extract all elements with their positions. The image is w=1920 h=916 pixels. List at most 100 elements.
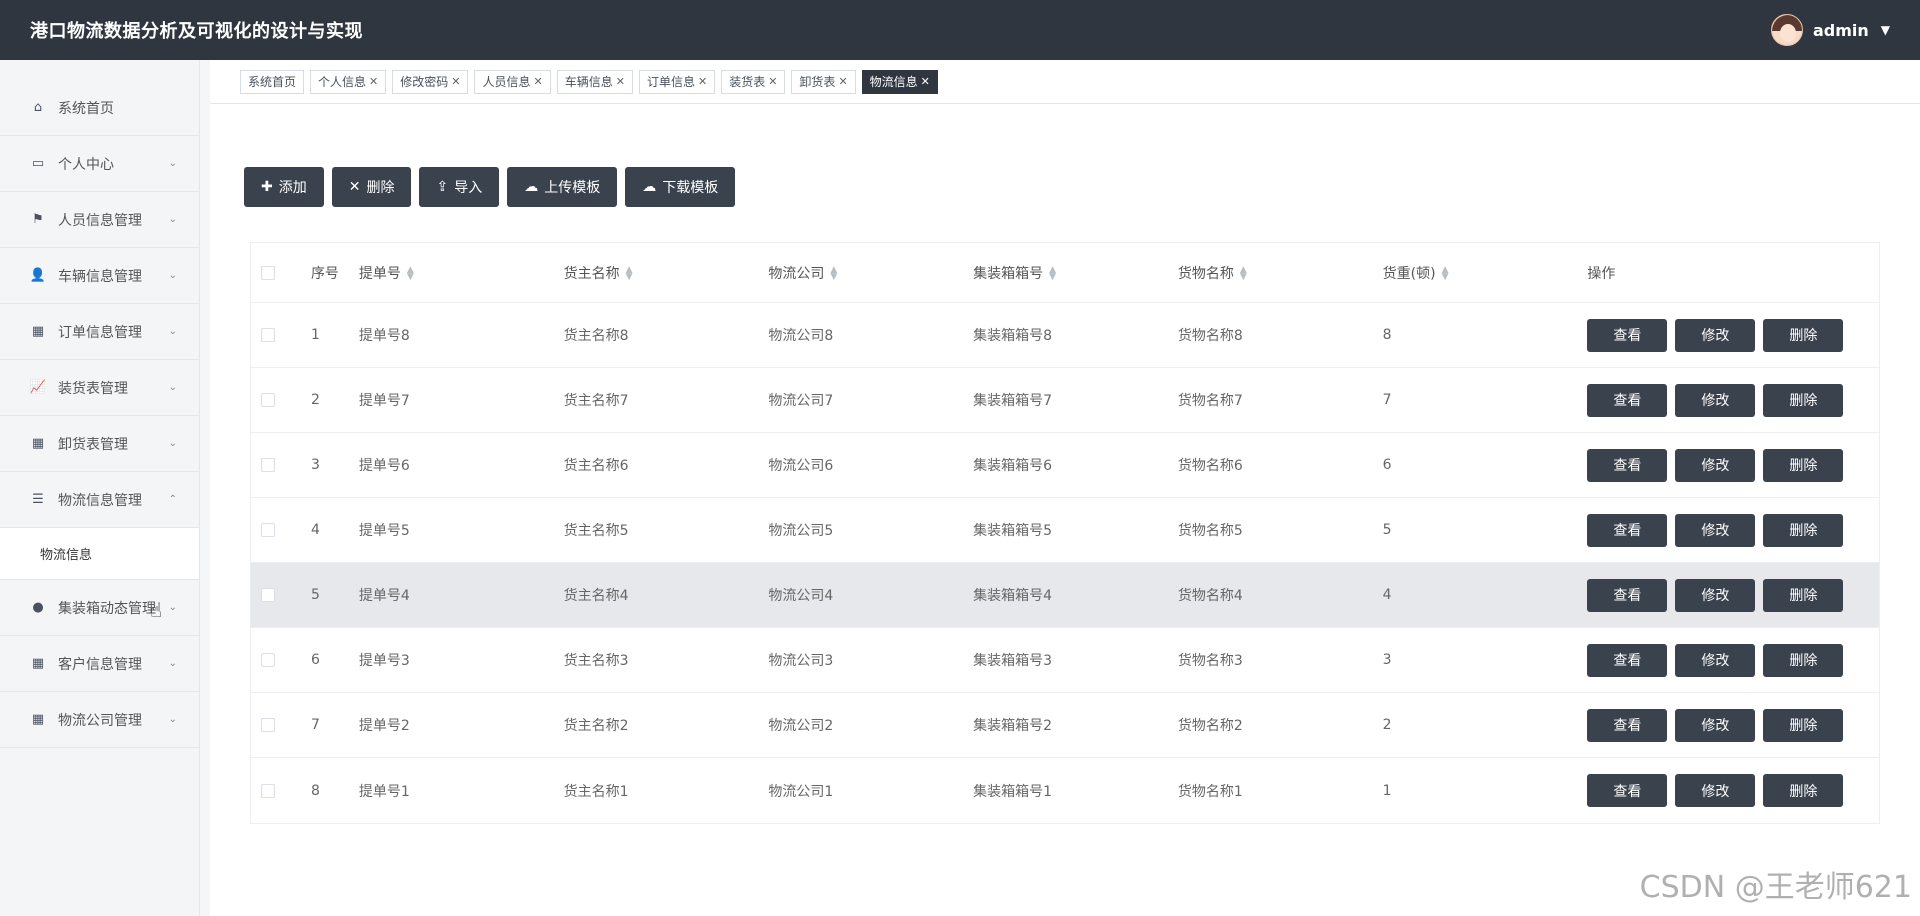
sort-icon[interactable]: ▲ ▼ — [830, 265, 837, 281]
edit-button[interactable]: 修改 — [1675, 318, 1756, 352]
row-checkbox[interactable] — [261, 393, 275, 407]
edit-button[interactable]: 修改 — [1675, 513, 1756, 547]
toolbar: ✚ 添加 ✕ 删除 ⇪ 导入 ☁ 上传模板 ☁ 下载模板 — [244, 167, 736, 207]
tab-4[interactable]: 车辆信息 ✕ — [556, 69, 633, 94]
avatar[interactable] — [1770, 14, 1803, 46]
close-icon[interactable]: ✕ — [534, 75, 543, 88]
sidebar-item-4[interactable]: ▦ 订单信息管理 ⌄ — [0, 304, 199, 360]
submenu-item-logistics-info[interactable]: 物流信息 — [0, 528, 199, 580]
close-icon[interactable]: ✕ — [838, 75, 847, 88]
column-header[interactable]: 货重(顿) ▲ ▼ — [1383, 263, 1588, 283]
delete-button[interactable]: 删除 — [1763, 448, 1844, 482]
tab-0[interactable]: 系统首页 — [240, 69, 305, 94]
sort-icon[interactable]: ▲ ▼ — [1240, 265, 1247, 281]
toolbar-button-1[interactable]: ✕ 删除 — [331, 167, 412, 207]
sidebar-item-3[interactable]: 👤 车辆信息管理 ⌄ — [0, 248, 199, 304]
edit-button[interactable]: 修改 — [1675, 643, 1756, 677]
table-row[interactable]: 6 提单号3 货主名称3 物流公司3 集装箱箱号3 货物名称3 3 查看 修改 删除 — [251, 628, 1879, 693]
column-header[interactable]: 集装箱箱号 ▲ ▼ — [973, 263, 1178, 283]
toolbar-button-3[interactable]: ☁ 上传模板 — [507, 167, 618, 207]
caret-down-icon[interactable]: ▼ — [1881, 23, 1890, 37]
sidebar-item-1[interactable]: ▭ 个人中心 ⌄ — [0, 136, 199, 192]
sidebar-item-5[interactable]: 📈 装货表管理 ⌄ — [0, 360, 199, 416]
column-header[interactable]: 物流公司 ▲ ▼ — [768, 263, 973, 283]
table-cell: 提单号1 — [358, 783, 410, 800]
view-button[interactable]: 查看 — [1587, 643, 1668, 677]
table-row[interactable]: 7 提单号2 货主名称2 物流公司2 集装箱箱号2 货物名称2 2 查看 修改 删除 — [251, 693, 1879, 758]
table-cell: 物流公司5 — [768, 523, 834, 539]
close-icon[interactable]: ✕ — [616, 75, 625, 88]
sidebar-item-8[interactable]: ● 集装箱动态管理 ⌄ — [0, 580, 199, 636]
view-button[interactable]: 查看 — [1587, 448, 1668, 482]
view-button[interactable]: 查看 — [1587, 513, 1668, 547]
close-icon[interactable]: ✕ — [921, 75, 930, 88]
user-menu[interactable]: admin ▼ — [1770, 14, 1890, 46]
sort-icon[interactable]: ▲ ▼ — [1049, 265, 1056, 281]
row-checkbox[interactable] — [261, 458, 275, 472]
tab-5[interactable]: 订单信息 ✕ — [638, 69, 716, 94]
table-row[interactable]: 4 提单号5 货主名称5 物流公司5 集装箱箱号5 货物名称5 5 查看 修改 删除 — [251, 498, 1879, 563]
close-icon[interactable]: ✕ — [698, 75, 707, 88]
view-button[interactable]: 查看 — [1587, 383, 1668, 417]
sort-icon[interactable]: ▲ ▼ — [626, 265, 633, 281]
row-select-cell — [251, 783, 311, 798]
tab-bar: 系统首页 个人信息 ✕ 修改密码 ✕ 人员信息 ✕ 车辆信息 ✕ 订单信息 ✕ 装货表 ✕ 卸货表 ✕ 物流信… — [210, 60, 1920, 104]
view-button[interactable]: 查看 — [1587, 318, 1668, 352]
sidebar-item-10[interactable]: ▦ 物流公司管理 ⌄ — [0, 692, 199, 748]
edit-button[interactable]: 修改 — [1675, 383, 1756, 417]
edit-button[interactable]: 修改 — [1675, 708, 1756, 742]
delete-button[interactable]: 删除 — [1763, 643, 1844, 677]
table-row[interactable]: 3 提单号6 货主名称6 物流公司6 集装箱箱号6 货物名称6 6 查看 修改 删除 — [251, 433, 1879, 498]
tab-1[interactable]: 个人信息 ✕ — [310, 69, 387, 94]
table-cell: 提单号6 — [358, 458, 410, 474]
close-icon[interactable]: ✕ — [451, 75, 460, 88]
row-checkbox[interactable] — [261, 783, 275, 798]
table-row[interactable]: 8 提单号1 货主名称1 物流公司1 集装箱箱号1 货物名称1 1 查看 修改 删除 — [251, 758, 1879, 823]
row-checkbox[interactable] — [261, 718, 275, 732]
column-header[interactable]: 货主名称 ▲ ▼ — [564, 263, 769, 283]
row-checkbox[interactable] — [261, 523, 275, 537]
sidebar-item-6[interactable]: ▦ 卸货表管理 ⌄ — [0, 416, 199, 472]
delete-button[interactable]: 删除 — [1763, 513, 1844, 547]
column-header[interactable]: 货物名称 ▲ ▼ — [1178, 263, 1383, 283]
table-row[interactable]: 1 提单号8 货主名称8 物流公司8 集装箱箱号8 货物名称8 8 查看 修改 删除 — [251, 303, 1879, 368]
tab-3[interactable]: 人员信息 ✕ — [474, 69, 551, 94]
sort-icon[interactable]: ▲ ▼ — [407, 265, 414, 281]
edit-button[interactable]: 修改 — [1675, 578, 1756, 612]
sidebar-item-9[interactable]: ▦ 客户信息管理 ⌄ — [0, 636, 199, 692]
delete-button[interactable]: 删除 — [1763, 383, 1844, 417]
delete-button[interactable]: 删除 — [1763, 774, 1844, 807]
view-button[interactable]: 查看 — [1587, 774, 1668, 807]
row-checkbox[interactable] — [261, 588, 275, 602]
table-row[interactable]: 5 提单号4 货主名称4 物流公司4 集装箱箱号4 货物名称4 4 查看 修改 删除 — [251, 563, 1879, 628]
sidebar-item-0[interactable]: ⌂ 系统首页 — [0, 80, 199, 136]
tab-8[interactable]: 物流信息 ✕ — [861, 69, 938, 94]
select-all-checkbox[interactable] — [261, 265, 275, 280]
sidebar-item-7[interactable]: ☰ 物流信息管理 ⌃ — [0, 472, 199, 528]
view-button[interactable]: 查看 — [1587, 578, 1668, 612]
chevron-down-icon: ⌄ — [168, 270, 177, 281]
view-button[interactable]: 查看 — [1587, 708, 1668, 742]
column-header-label: 货物名称 — [1177, 265, 1234, 282]
edit-button[interactable]: 修改 — [1675, 774, 1756, 807]
close-icon[interactable]: ✕ — [369, 75, 378, 88]
tab-2[interactable]: 修改密码 ✕ — [392, 69, 469, 94]
toolbar-button-2[interactable]: ⇪ 导入 — [419, 167, 500, 207]
toolbar-button-4[interactable]: ☁ 下载模板 — [625, 167, 736, 207]
edit-button[interactable]: 修改 — [1675, 448, 1756, 482]
delete-button[interactable]: 删除 — [1763, 318, 1844, 352]
delete-button[interactable]: 删除 — [1763, 708, 1844, 742]
table-row[interactable]: 2 提单号7 货主名称7 物流公司7 集装箱箱号7 货物名称7 7 查看 修改 删除 — [251, 368, 1879, 433]
row-checkbox[interactable] — [261, 328, 275, 342]
delete-button[interactable]: 删除 — [1763, 578, 1844, 612]
close-icon[interactable]: ✕ — [768, 75, 777, 88]
column-header[interactable]: 提单号 ▲ ▼ — [359, 263, 564, 283]
sort-icon[interactable]: ▲ ▼ — [1442, 265, 1449, 281]
tab-6[interactable]: 装货表 ✕ — [721, 69, 786, 94]
tab-7[interactable]: 卸货表 ✕ — [791, 69, 856, 94]
username[interactable]: admin — [1813, 21, 1869, 40]
row-checkbox[interactable] — [261, 653, 275, 667]
row-actions: 查看 修改 删除 — [1587, 318, 1879, 352]
toolbar-button-0[interactable]: ✚ 添加 — [244, 167, 324, 207]
sidebar-item-2[interactable]: ⚑ 人员信息管理 ⌄ — [0, 192, 199, 248]
